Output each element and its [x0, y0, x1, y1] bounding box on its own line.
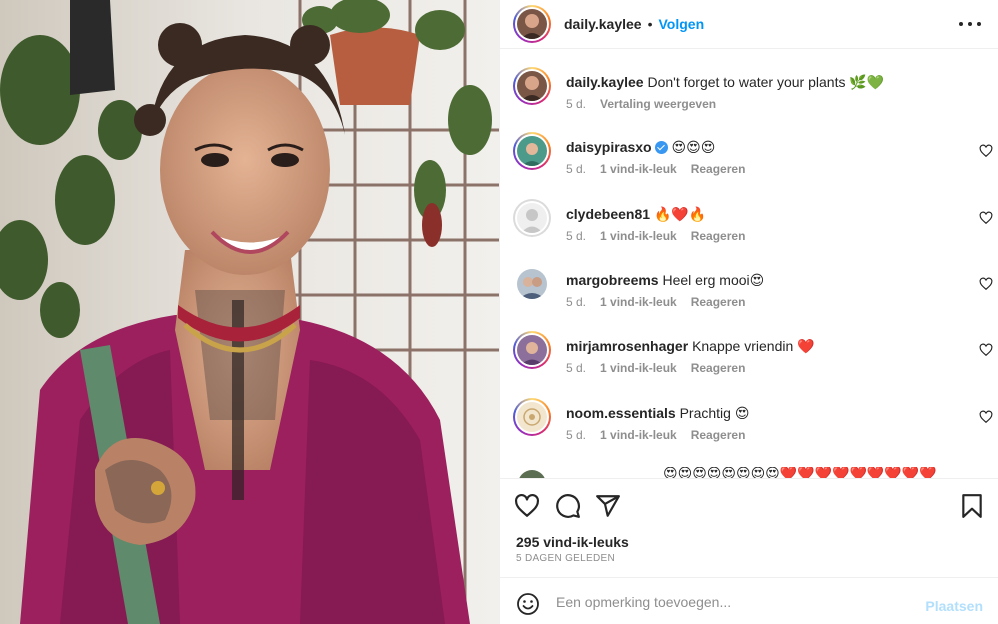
comment-age[interactable]: 5 d. — [566, 428, 586, 442]
reply-button[interactable]: Reageren — [691, 229, 746, 243]
comment-age[interactable]: 5 d. — [566, 295, 586, 309]
comment-like-heart-icon[interactable] — [979, 211, 993, 225]
comment-username[interactable]: margobreems — [566, 272, 659, 288]
comment-icon[interactable] — [555, 493, 581, 519]
comment-age[interactable]: 5 d. — [566, 162, 586, 176]
post-details-panel: daily.kaylee • Volgen daily.kaylee Don't… — [499, 0, 998, 624]
post-header: daily.kaylee • Volgen — [500, 0, 998, 48]
comment-username[interactable]: mirjamrosenhager — [566, 338, 688, 354]
send-icon[interactable] — [595, 493, 621, 519]
comment-text: Prachtig 😍 — [679, 405, 750, 421]
comment-likes[interactable]: 1 vind-ik-leuk — [600, 428, 677, 442]
reply-button[interactable]: Reageren — [691, 428, 746, 442]
partial-comment: 😍😍😍😍😍😍😍😍❤️❤️❤️❤️❤️❤️❤️❤️❤️ — [513, 467, 993, 478]
heart-icon[interactable] — [514, 493, 540, 519]
comment-age[interactable]: 5 d. — [566, 361, 586, 375]
comment-like-heart-icon[interactable] — [979, 410, 993, 424]
comment-age[interactable]: 5 d. — [566, 229, 586, 243]
comment-like-heart-icon[interactable] — [979, 277, 993, 291]
header-separator: • — [647, 16, 653, 32]
comment-text: 😍😍😍 — [671, 139, 716, 155]
commenter-avatar[interactable] — [513, 265, 551, 303]
emoji-icon[interactable] — [516, 592, 540, 616]
caption-text: Don't forget to water your plants 🌿💚 — [647, 74, 885, 90]
post-image — [0, 0, 499, 624]
caption-avatar[interactable] — [513, 67, 551, 105]
commenter-avatar[interactable] — [513, 331, 551, 369]
commenter-avatar[interactable] — [513, 132, 551, 170]
comment-username[interactable]: daisypirasxo — [566, 139, 652, 155]
translate-link[interactable]: Vertaling weergeven — [600, 97, 716, 111]
comment-composer: Plaatsen — [500, 577, 998, 624]
comment-input[interactable] — [556, 590, 896, 614]
commenter-avatar[interactable] — [513, 199, 551, 237]
comments-list[interactable]: daily.kaylee Don't forget to water your … — [500, 48, 998, 478]
bookmark-icon[interactable] — [959, 493, 985, 519]
post-comment-button[interactable]: Plaatsen — [925, 598, 983, 614]
comment-likes[interactable]: 1 vind-ik-leuk — [600, 162, 677, 176]
comment-text: Heel erg mooi😍 — [662, 272, 765, 288]
post-timestamp[interactable]: 5 DAGEN GELEDEN — [516, 553, 615, 564]
comment-likes[interactable]: 1 vind-ik-leuk — [600, 229, 677, 243]
post-photo[interactable] — [0, 0, 499, 624]
reply-button[interactable]: Reageren — [691, 361, 746, 375]
comment-username[interactable]: noom.essentials — [566, 405, 676, 421]
author-username[interactable]: daily.kaylee — [564, 16, 642, 32]
comment-likes[interactable]: 1 vind-ik-leuk — [600, 295, 677, 309]
likes-count[interactable]: 295 vind-ik-leuks — [516, 534, 629, 550]
commenter-avatar[interactable] — [517, 469, 547, 478]
more-horizontal-icon[interactable] — [959, 14, 981, 34]
post-actions — [500, 478, 998, 528]
caption-age[interactable]: 5 d. — [566, 97, 586, 111]
commenter-avatar[interactable] — [513, 398, 551, 436]
caption-username[interactable]: daily.kaylee — [566, 74, 644, 90]
comment-like-heart-icon[interactable] — [979, 144, 993, 158]
comment-text: Knappe vriendin ❤️ — [692, 338, 815, 354]
follow-button[interactable]: Volgen — [658, 16, 704, 32]
comment-like-heart-icon[interactable] — [979, 343, 993, 357]
comment-username[interactable]: clydebeen81 — [566, 206, 650, 222]
reply-button[interactable]: Reageren — [691, 162, 746, 176]
comment-text: 🔥❤️🔥 — [653, 206, 707, 222]
reply-button[interactable]: Reageren — [691, 295, 746, 309]
verified-badge-icon — [654, 141, 668, 154]
comment-likes[interactable]: 1 vind-ik-leuk — [600, 361, 677, 375]
comment-text: 😍😍😍😍😍😍😍😍❤️❤️❤️❤️❤️❤️❤️❤️❤️ — [663, 467, 937, 478]
author-avatar[interactable] — [513, 5, 551, 43]
